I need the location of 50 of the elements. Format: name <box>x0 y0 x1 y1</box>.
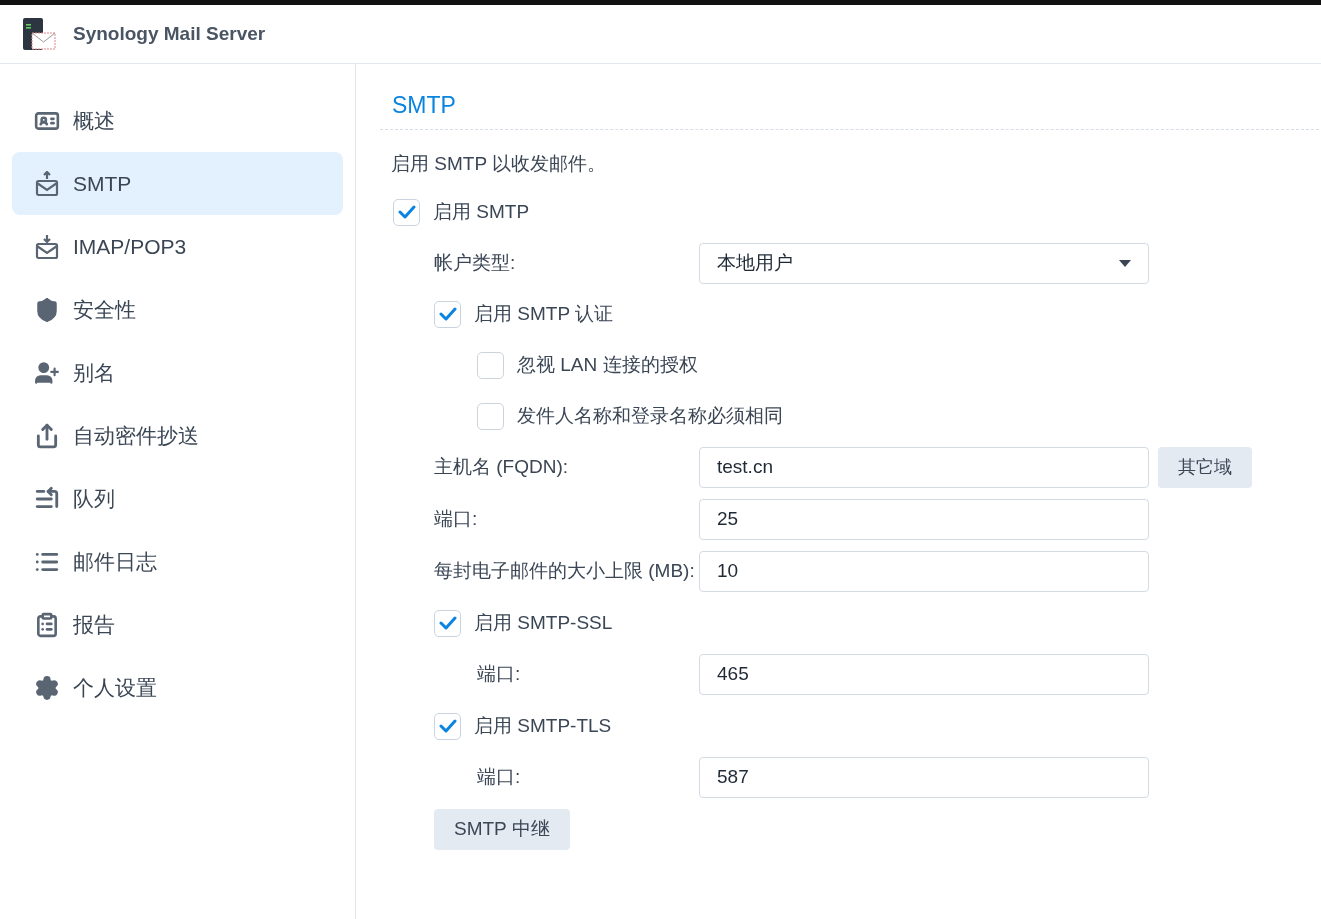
checkmark-icon <box>397 205 416 219</box>
sidebar-item[interactable]: 概述 <box>12 89 343 152</box>
field-label: 端口: <box>477 661 522 686</box>
checkbox[interactable] <box>393 198 420 226</box>
envelope-up-arrow-icon <box>35 170 59 197</box>
sidebar-item[interactable]: IMAP/POP3 <box>12 215 343 278</box>
input-field[interactable]: 587 <box>699 756 1149 798</box>
checkbox[interactable] <box>477 402 504 430</box>
caret-icon <box>1119 259 1131 267</box>
relay-button[interactable]: SMTP 中继 <box>434 808 570 850</box>
checkbox[interactable] <box>477 351 504 379</box>
sidebar-item[interactable]: 自动密件抄送 <box>12 404 343 467</box>
sidebar-item[interactable]: 个人设置 <box>12 656 343 719</box>
checkbox-label: 启用 SMTP-TLS <box>474 713 612 738</box>
field-label: 端口: <box>434 506 479 531</box>
sidebar-item[interactable]: 报告 <box>12 593 343 656</box>
checkmark-icon <box>438 616 457 630</box>
report-icon <box>34 611 60 638</box>
checkbox-label: 忽视 LAN 连接的授权 <box>517 352 698 377</box>
field-label: 每封电子邮件的大小上限 (MB): <box>434 558 696 583</box>
app-title: Synology Mail Server <box>73 21 266 46</box>
checkbox[interactable] <box>434 300 461 328</box>
input-field[interactable]: 10 <box>699 550 1149 592</box>
other-domain-button[interactable]: 其它域 <box>1158 446 1252 488</box>
field-label: 帐户类型: <box>434 250 517 275</box>
checkmark-icon <box>438 307 457 321</box>
server-mail-logo-icon <box>22 17 56 51</box>
user-icon <box>34 359 60 386</box>
checkbox[interactable] <box>434 712 461 740</box>
shield-icon <box>34 296 60 323</box>
sidebar-item[interactable]: 邮件日志 <box>12 530 343 593</box>
checkmark-icon <box>438 719 457 733</box>
sidebar-item[interactable]: SMTP <box>12 152 343 215</box>
sidebar-item[interactable]: 别名 <box>12 341 343 404</box>
checkbox-label: 启用 SMTP 认证 <box>474 301 613 326</box>
field-label: 端口: <box>477 764 522 789</box>
sidebar-item[interactable]: 安全性 <box>12 278 343 341</box>
checkbox[interactable] <box>434 609 461 637</box>
input-field[interactable]: 25 <box>699 498 1149 540</box>
input-field[interactable]: 465 <box>699 653 1149 695</box>
field-label: 主机名 (FQDN): <box>434 454 570 479</box>
section-description: 启用 SMTP 以收发邮件。 <box>390 152 607 176</box>
envelope-down-arrow-icon <box>35 233 59 260</box>
dropdown[interactable]: 本地用户 <box>699 242 1149 284</box>
checkbox-label: 启用 SMTP <box>433 199 530 224</box>
checkbox-label: 启用 SMTP-SSL <box>474 610 613 635</box>
section-header: SMTP <box>380 64 1319 130</box>
sidebar-item[interactable]: 队列 <box>12 467 343 530</box>
input-field[interactable]: test.cn <box>699 446 1149 488</box>
checkbox-label: 发件人名称和登录名称必须相同 <box>517 403 783 428</box>
